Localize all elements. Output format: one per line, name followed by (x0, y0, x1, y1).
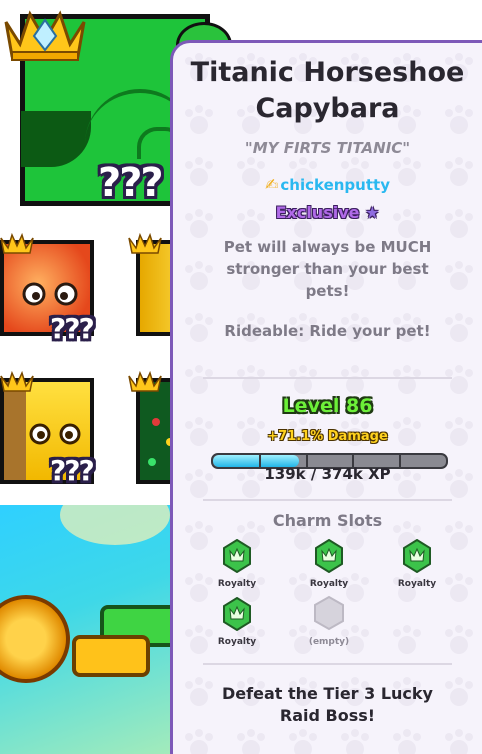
medal-icon (0, 595, 70, 683)
crown-icon (0, 232, 34, 254)
yellow-arrow-icon (72, 635, 150, 677)
charm-slot[interactable]: Royalty (387, 538, 447, 591)
rarity-badge: Exclusive ★ (173, 203, 482, 222)
royalty-charm-icon (223, 596, 251, 632)
damage-bonus: +71.1% Damage (267, 429, 388, 444)
crown-icon (128, 370, 162, 392)
charm-label: (empty) (308, 637, 350, 647)
charm-slot[interactable]: Royalty (207, 538, 267, 591)
charm-label: Royalty (217, 637, 257, 647)
charm-label: Royalty (397, 579, 437, 589)
charm-slot[interactable]: Royalty (207, 596, 267, 649)
creator-line: ✍ chickenputty (173, 175, 482, 194)
charm-label: Royalty (217, 579, 257, 589)
hidden-marker-text: ??? (50, 454, 95, 487)
divider (203, 663, 452, 665)
crown-icon (128, 232, 162, 254)
royalty-charm-icon (223, 538, 251, 574)
pet-name: Titanic Horseshoe Capybara (190, 57, 465, 124)
scene-decoration (60, 505, 170, 545)
star-icon: ★ (365, 203, 380, 222)
royalty-charm-icon (403, 538, 431, 574)
charm-label: Royalty (309, 579, 349, 589)
charm-slot-empty[interactable]: (empty) (299, 595, 359, 647)
obtain-method: Defeat the Tier 3 Lucky Raid Boss! (222, 684, 433, 725)
pet-nickname: "MY FIRTS TITANIC" (244, 139, 411, 157)
pet-description: Pet will always be MUCH stronger than yo… (223, 238, 432, 300)
pet-eye (21, 111, 91, 167)
charm-slot[interactable]: Royalty (299, 538, 359, 591)
divider (203, 499, 452, 501)
pet-level: Level 86 (282, 395, 373, 417)
xp-text: 139k / 374k XP (264, 465, 391, 483)
hidden-marker-text: ??? (50, 312, 95, 345)
creator-name: chickenputty (280, 176, 390, 194)
pet-ability: Rideable: Ride your pet! (224, 322, 431, 340)
crown-icon (4, 10, 86, 61)
charm-slots-title: Charm Slots (272, 511, 383, 530)
rarity-label: Exclusive (275, 203, 360, 222)
pet-info-panel: Titanic Horseshoe Capybara "MY FIRTS TIT… (170, 40, 482, 754)
crown-icon (0, 370, 34, 392)
pen-icon: ✍ (265, 175, 279, 194)
divider (203, 377, 452, 379)
royalty-charm-icon (315, 538, 343, 574)
hidden-marker-text: ??? (98, 160, 164, 206)
empty-slot-icon (314, 595, 344, 631)
